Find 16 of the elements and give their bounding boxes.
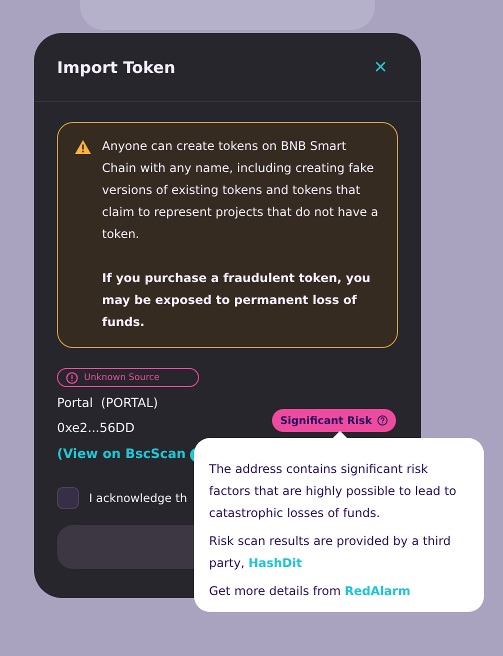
risk-badge[interactable]: Significant Risk [272, 409, 396, 432]
help-icon [377, 415, 388, 426]
tooltip-text: Get more details from RedAlarm [209, 583, 412, 600]
tooltip-text: Risk scan results are provided by a third party, HashDit [209, 533, 452, 572]
token-name: Portal (PORTAL) [57, 394, 159, 412]
warning-text: Anyone can create tokens on BNB Smart Chain with any name, including creating fake versions of existing tokens and tokens that claim to represent projects that do not have a token. [102, 138, 380, 243]
token-address: 0xe2...56DD [57, 419, 135, 437]
badge-label: Unknown Source [84, 372, 160, 382]
warning-icon [74, 139, 92, 155]
acknowledge-label: I acknowledge th [89, 491, 188, 505]
acknowledge-checkbox[interactable] [57, 487, 79, 509]
tooltip-text: The address contains significant risk factors that are highly possible to lead to catastrophic losses of funds. [209, 461, 458, 522]
warning-emphasis: If you purchase a fraudulent token, you may be exposed to permanent loss of funds. [102, 270, 372, 331]
exclamation-icon [66, 372, 78, 384]
close-button[interactable]: × [374, 56, 387, 78]
dialog-title: Import Token [57, 58, 176, 76]
